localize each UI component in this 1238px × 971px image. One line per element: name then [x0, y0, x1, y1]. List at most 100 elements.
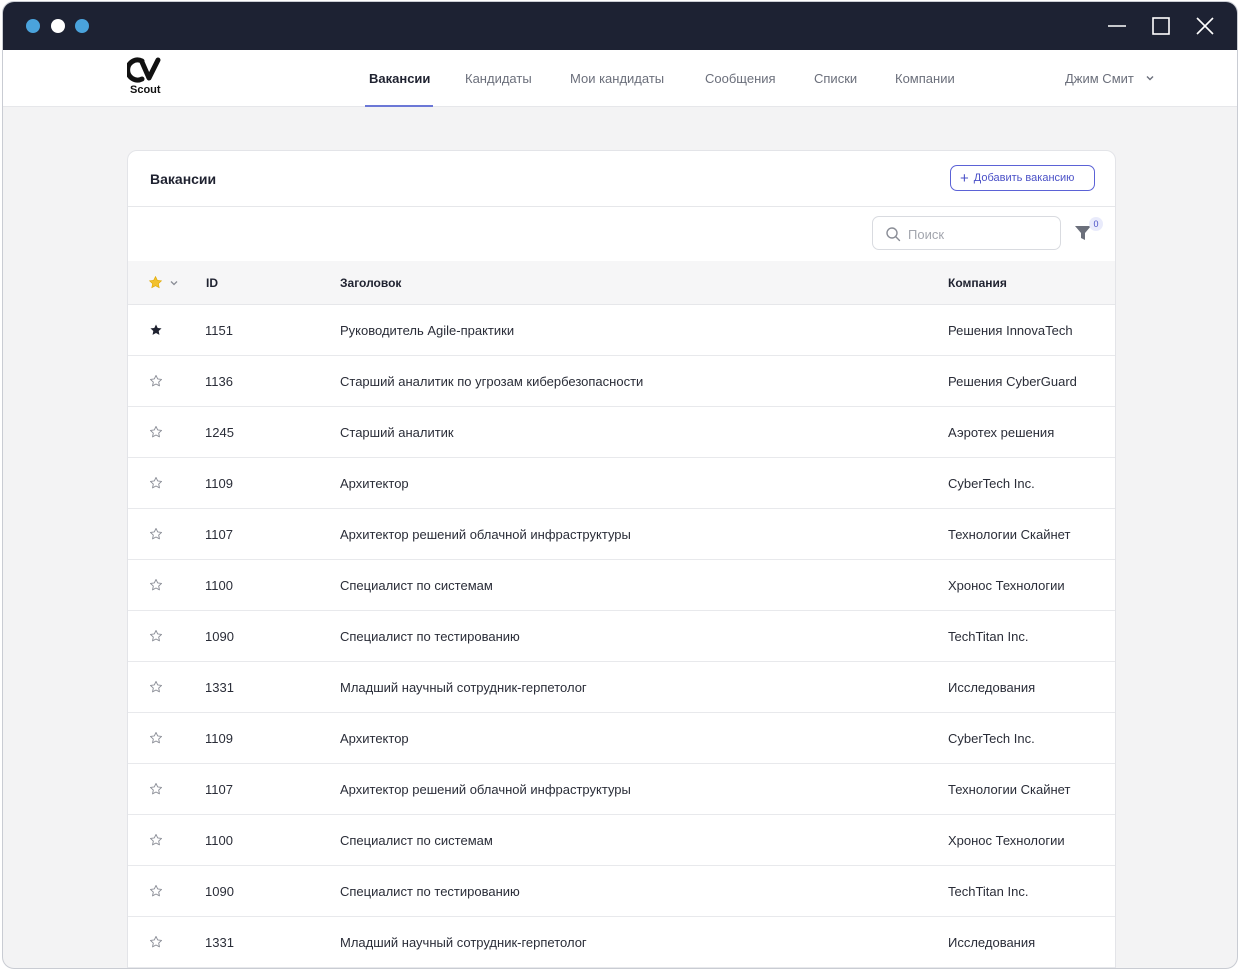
- card-title: Вакансии: [150, 171, 217, 187]
- table-row[interactable]: 1100 Специалист по системам Хронос Техноло…: [128, 815, 1115, 866]
- app-window: Scout Вакансии Кандидаты Мои кандидаты С…: [2, 1, 1238, 969]
- table-row[interactable]: 1136 Старший аналитик по угрозам кибербез…: [128, 356, 1115, 407]
- nav-tab-vacancies[interactable]: Вакансии: [369, 71, 430, 86]
- star-outline-icon[interactable]: [149, 374, 163, 388]
- cell-id: 1331: [205, 935, 234, 950]
- cell-title[interactable]: Специалист по тестированию: [340, 884, 520, 899]
- add-vacancy-button[interactable]: + Добавить вакансию: [950, 165, 1095, 191]
- cell-company: Исследования: [948, 935, 1036, 950]
- vacancies-card: Вакансии + Добавить вакансию 0 ID Заго: [127, 150, 1116, 968]
- nav-tab-messages[interactable]: Сообщения: [705, 71, 776, 86]
- add-vacancy-label: Добавить вакансию: [973, 172, 1075, 184]
- cell-title[interactable]: Старший аналитик по угрозам кибербезопас…: [340, 374, 643, 389]
- star-outline-icon[interactable]: [149, 425, 163, 439]
- cell-company: Технологии Скайнет: [948, 782, 1071, 797]
- table-row[interactable]: 1107 Архитектор решений облачной инфрастр…: [128, 764, 1115, 815]
- window-dot-icon: [26, 19, 40, 33]
- table-row[interactable]: 1109 Архитектор CyberTech Inc.: [128, 713, 1115, 764]
- star-outline-icon[interactable]: [149, 782, 163, 796]
- cell-id: 1151: [205, 323, 233, 338]
- logo-text: Scout: [130, 84, 161, 96]
- filter-count-badge: 0: [1089, 217, 1103, 231]
- cell-company: TechTitan Inc.: [948, 884, 1029, 899]
- cell-id: 1136: [205, 374, 233, 389]
- star-outline-icon[interactable]: [149, 578, 163, 592]
- cell-company: Решения InnovaTech: [948, 323, 1073, 338]
- cell-title[interactable]: Старший аналитик: [340, 425, 454, 440]
- cell-company: TechTitan Inc.: [948, 629, 1029, 644]
- cell-id: 1100: [205, 578, 233, 593]
- star-outline-icon[interactable]: [149, 527, 163, 541]
- star-outline-icon[interactable]: [149, 731, 163, 745]
- cell-title[interactable]: Руководитель Agile-практики: [340, 323, 514, 338]
- nav-tab-my-candidates[interactable]: Мои кандидаты: [570, 71, 664, 86]
- cell-title[interactable]: Архитектор: [340, 731, 409, 746]
- star-outline-icon[interactable]: [149, 629, 163, 643]
- close-icon[interactable]: [1193, 14, 1217, 38]
- search-box[interactable]: [872, 216, 1061, 250]
- nav-tab-companies[interactable]: Компании: [895, 71, 955, 86]
- star-outline-icon[interactable]: [149, 935, 163, 949]
- active-tab-indicator: [365, 105, 433, 107]
- column-header-id[interactable]: ID: [206, 276, 218, 290]
- table-row[interactable]: 1090 Специалист по тестированию TechTitan …: [128, 866, 1115, 917]
- table-row[interactable]: 1107 Архитектор решений облачной инфрастр…: [128, 509, 1115, 560]
- table-row[interactable]: 1331 Младший научный сотрудник-герпетолог…: [128, 662, 1115, 713]
- table-row[interactable]: 1245 Старший аналитик Аэротех решения: [128, 407, 1115, 458]
- star-icon[interactable]: [148, 275, 163, 290]
- chevron-down-icon[interactable]: [169, 278, 179, 288]
- cell-title[interactable]: Младший научный сотрудник-герпетолог: [340, 680, 587, 695]
- cell-id: 1109: [205, 731, 233, 746]
- cell-id: 1100: [205, 833, 233, 848]
- minimize-icon[interactable]: [1105, 14, 1129, 38]
- nav-tab-lists[interactable]: Списки: [814, 71, 857, 86]
- star-outline-icon[interactable]: [149, 476, 163, 490]
- cell-id: 1109: [205, 476, 233, 491]
- star-icon[interactable]: [149, 323, 163, 337]
- table-row[interactable]: 1331 Младший научный сотрудник-герпетолог…: [128, 917, 1115, 968]
- cell-id: 1331: [205, 680, 234, 695]
- table-row[interactable]: 1109 Архитектор CyberTech Inc.: [128, 458, 1115, 509]
- cell-title[interactable]: Специалист по тестированию: [340, 629, 520, 644]
- cell-company: Хронос Технологии: [948, 578, 1065, 593]
- maximize-icon[interactable]: [1149, 14, 1173, 38]
- cell-title[interactable]: Архитектор решений облачной инфраструкту…: [340, 782, 631, 797]
- column-header-title[interactable]: Заголовок: [340, 276, 401, 290]
- cell-id: 1107: [205, 782, 233, 797]
- star-outline-icon[interactable]: [149, 833, 163, 847]
- column-header-company[interactable]: Компания: [948, 276, 1007, 290]
- chevron-down-icon[interactable]: [1145, 73, 1155, 83]
- plus-icon: +: [960, 169, 969, 187]
- table-row[interactable]: 1151 Руководитель Agile-практики Решения I…: [128, 305, 1115, 356]
- table-header: ID Заголовок Компания: [128, 261, 1115, 305]
- divider: [128, 206, 1115, 207]
- cell-title[interactable]: Архитектор решений облачной инфраструкту…: [340, 527, 631, 542]
- window-dot-icon: [51, 19, 65, 33]
- nav-tab-candidates[interactable]: Кандидаты: [465, 71, 532, 86]
- cell-company: Технологии Скайнет: [948, 527, 1071, 542]
- star-outline-icon[interactable]: [149, 680, 163, 694]
- cell-company: Исследования: [948, 680, 1036, 695]
- cell-id: 1245: [205, 425, 234, 440]
- cell-title[interactable]: Архитектор: [340, 476, 409, 491]
- cell-title[interactable]: Специалист по системам: [340, 833, 493, 848]
- cell-company: CyberTech Inc.: [948, 476, 1035, 491]
- cell-title[interactable]: Младший научный сотрудник-герпетолог: [340, 935, 587, 950]
- cell-id: 1107: [205, 527, 233, 542]
- cell-company: CyberTech Inc.: [948, 731, 1035, 746]
- user-menu[interactable]: Джим Смит: [1065, 71, 1134, 86]
- star-outline-icon[interactable]: [149, 884, 163, 898]
- search-input[interactable]: [908, 224, 1048, 244]
- cell-id: 1090: [205, 629, 234, 644]
- top-navigation: Scout Вакансии Кандидаты Мои кандидаты С…: [3, 50, 1237, 107]
- cell-company: Хронос Технологии: [948, 833, 1065, 848]
- table-row[interactable]: 1100 Специалист по системам Хронос Техноло…: [128, 560, 1115, 611]
- search-icon: [886, 227, 901, 242]
- window-dot-icon: [75, 19, 89, 33]
- cell-id: 1090: [205, 884, 234, 899]
- title-bar: [3, 2, 1237, 50]
- table-row[interactable]: 1090 Специалист по тестированию TechTitan …: [128, 611, 1115, 662]
- cell-company: Решения CyberGuard: [948, 374, 1077, 389]
- cell-company: Аэротех решения: [948, 425, 1055, 440]
- cell-title[interactable]: Специалист по системам: [340, 578, 493, 593]
